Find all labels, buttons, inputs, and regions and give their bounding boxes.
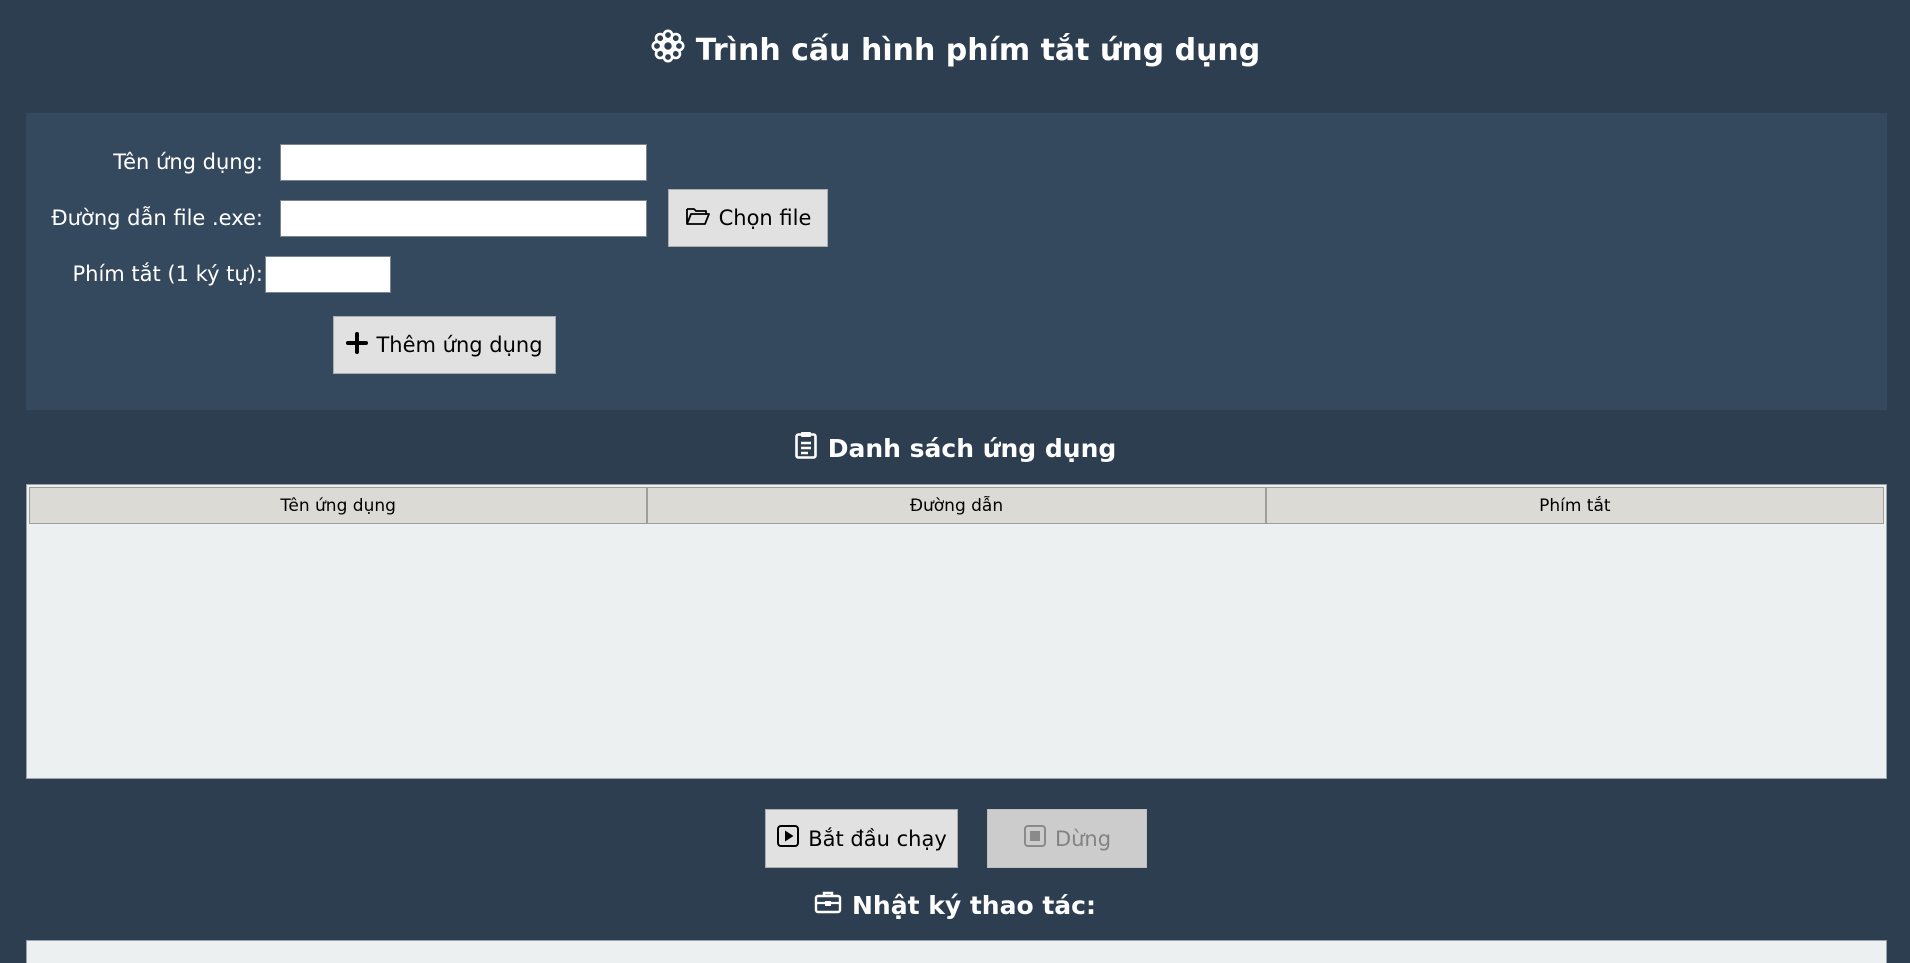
column-header-path[interactable]: Đường dẫn: [647, 487, 1266, 524]
column-header-app-name[interactable]: Tên ứng dụng: [29, 487, 648, 524]
stop-icon: [1023, 824, 1055, 853]
log-title-text: Nhật ký thao tác:: [851, 890, 1096, 920]
app-form-panel: Tên ứng dụng: Đường dẫn file .exe: Chọn …: [26, 113, 1887, 410]
app-name-label: Tên ứng dụng:: [113, 150, 263, 174]
hotkey-label: Phím tắt (1 ký tự):: [72, 262, 263, 286]
app-list-title: Danh sách ứng dụng: [0, 428, 1910, 468]
app-list-title-text: Danh sách ứng dụng: [827, 433, 1117, 463]
exe-path-input[interactable]: [280, 200, 647, 237]
start-button[interactable]: Bắt đầu chạy: [765, 809, 958, 868]
toolbox-icon: [814, 890, 852, 920]
play-icon: [776, 824, 808, 853]
log-title: Nhật ký thao tác:: [0, 886, 1910, 924]
start-label: Bắt đầu chạy: [808, 826, 947, 851]
log-textbox[interactable]: [26, 940, 1887, 963]
plus-icon: [346, 331, 376, 359]
gear-icon: [650, 28, 696, 72]
exe-path-label: Đường dẫn file .exe:: [51, 206, 263, 230]
column-header-hotkey[interactable]: Phím tắt: [1265, 487, 1884, 524]
table-body[interactable]: [27, 524, 1886, 776]
stop-button[interactable]: Dừng: [987, 809, 1147, 868]
add-app-button[interactable]: Thêm ứng dụng: [333, 316, 556, 374]
choose-file-label: Chọn file: [718, 206, 812, 230]
app-table[interactable]: Tên ứng dụng Đường dẫn Phím tắt: [26, 484, 1887, 779]
choose-file-button[interactable]: Chọn file: [668, 189, 828, 247]
app-name-input[interactable]: [280, 144, 647, 181]
app-window: Trình cấu hình phím tắt ứng dụng Tên ứng…: [0, 0, 1910, 963]
add-app-label: Thêm ứng dụng: [376, 333, 543, 357]
page-title: Trình cấu hình phím tắt ứng dụng: [0, 26, 1910, 74]
hotkey-input[interactable]: [265, 256, 391, 293]
folder-open-icon: [685, 205, 719, 232]
page-title-text: Trình cấu hình phím tắt ứng dụng: [695, 32, 1261, 68]
stop-label: Dừng: [1054, 826, 1112, 851]
clipboard-icon: [794, 431, 828, 465]
table-header: Tên ứng dụng Đường dẫn Phím tắt: [27, 485, 1886, 524]
